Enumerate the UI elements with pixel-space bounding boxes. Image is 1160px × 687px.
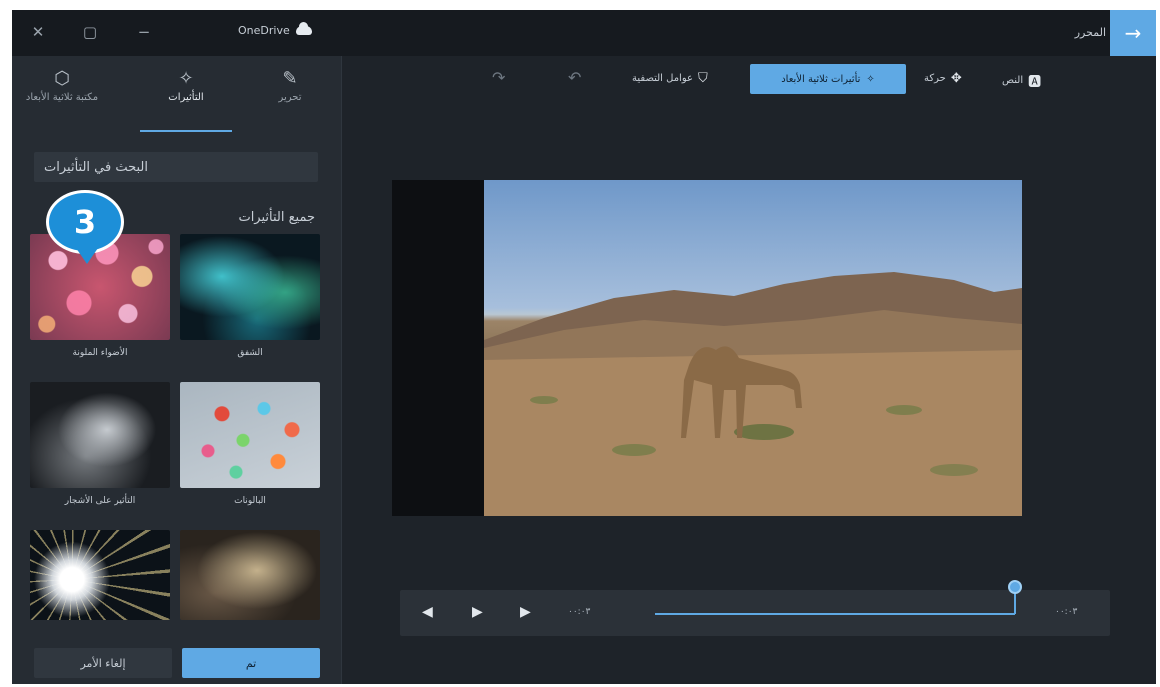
toolbar-3d-effects[interactable]: ✧ تأثيرات ثلاثية الأبعاد (750, 64, 906, 94)
pencil-icon: ✎ (282, 68, 298, 89)
redo-icon[interactable]: ↷ (492, 68, 505, 87)
toolbar-label: عوامل التصفية (632, 73, 693, 84)
cube-icon: ⬡ (54, 68, 70, 89)
maximize-icon[interactable]: ▢ (78, 20, 102, 44)
tab-effects[interactable]: ✧ التأثيرات (136, 66, 236, 128)
active-tab-indicator (140, 130, 232, 132)
toolbar-text[interactable]: 🅰 النص (1002, 71, 1041, 90)
effect-label: البالونات (234, 496, 266, 506)
toolbar-motion[interactable]: ✥ حركة (924, 71, 962, 86)
next-frame-icon[interactable]: ▶ (520, 604, 531, 620)
playhead-line (1014, 592, 1016, 614)
callout-pointer (76, 248, 98, 264)
motion-icon: ✥ (950, 71, 962, 86)
app-window: ✕ ▢ − OneDrive المحرر → ⬡ مكتبة ثلاثية ا… (12, 10, 1156, 684)
done-button[interactable]: تم (182, 648, 320, 678)
search-effects-input[interactable]: البحث في التأثيرات (34, 152, 318, 182)
effect-label: الأضواء الملونة (72, 348, 128, 358)
editor-toolbar: ↷ ↶ ⛉ عوامل التصفية ✧ تأثيرات ثلاثية الأ… (342, 56, 1156, 102)
panel-tabs: ⬡ مكتبة ثلاثية الأبعاد ✧ التأثيرات ✎ تحر… (12, 56, 342, 132)
playhead-handle[interactable] (1008, 580, 1022, 594)
toolbar-filters[interactable]: ⛉ عوامل التصفية (632, 71, 708, 86)
3d-effects-icon: ✧ (866, 73, 875, 85)
current-time: ٠٠:٠٣ (568, 607, 591, 617)
effect-label: الشفق (237, 348, 263, 358)
effect-thumbnail-blur[interactable] (180, 530, 320, 620)
tab-edit[interactable]: ✎ تحرير (240, 66, 340, 128)
minimize-icon[interactable]: − (132, 20, 156, 44)
toolbar-label: حركة (924, 73, 946, 84)
tab-label: تحرير (278, 92, 302, 103)
previous-frame-icon[interactable]: ◀ (422, 604, 433, 620)
step-callout-badge: 3 (46, 190, 124, 268)
effects-panel: ⬡ مكتبة ثلاثية الأبعاد ✧ التأثيرات ✎ تحر… (12, 56, 342, 684)
filter-icon: ⛉ (697, 71, 708, 86)
effect-thumbnail-burst[interactable] (30, 530, 170, 620)
cancel-button[interactable]: إلغاء الأمر (34, 648, 172, 678)
back-button[interactable]: → (1110, 10, 1156, 56)
effect-thumbnail-aurora[interactable] (180, 234, 320, 340)
effects-icon: ✧ (178, 68, 194, 89)
cloud-icon (295, 22, 312, 35)
camel-photo (484, 180, 1022, 516)
tab-3d-library[interactable]: ⬡ مكتبة ثلاثية الأبعاد (12, 66, 112, 128)
title-bar: ✕ ▢ − OneDrive المحرر → (12, 10, 1156, 56)
onedrive-label: OneDrive (238, 22, 312, 37)
arrow-right-icon: → (1124, 21, 1142, 45)
search-placeholder: البحث في التأثيرات (44, 159, 148, 175)
tab-label: التأثيرات (168, 92, 204, 103)
app-name-text: OneDrive (238, 24, 290, 37)
timeline-track[interactable] (655, 613, 1015, 615)
video-preview (392, 180, 1022, 516)
playback-timeline: ◀ ▶ ▶ ٠٠:٠٣ ٠٠:٠٣ (400, 580, 1110, 636)
effect-label: التأثير على الأشجار (64, 496, 136, 506)
end-time: ٠٠:٠٣ (1055, 607, 1078, 617)
window-title: المحرر (1074, 26, 1106, 39)
toolbar-label: تأثيرات ثلاثية الأبعاد (781, 73, 861, 85)
effect-thumbnail-balloons[interactable] (180, 382, 320, 488)
all-effects-heading: جميع التأثيرات (238, 210, 315, 225)
toolbar-label: النص (1002, 75, 1024, 86)
tab-label: مكتبة ثلاثية الأبعاد (25, 92, 99, 103)
effect-thumbnail-smoke[interactable] (30, 382, 170, 488)
close-icon[interactable]: ✕ (26, 20, 50, 44)
callout-number: 3 (46, 190, 124, 254)
play-icon[interactable]: ▶ (472, 604, 483, 620)
desert-scene-image (484, 272, 1022, 516)
text-icon: 🅰 (1028, 75, 1042, 90)
undo-icon[interactable]: ↶ (568, 68, 581, 87)
